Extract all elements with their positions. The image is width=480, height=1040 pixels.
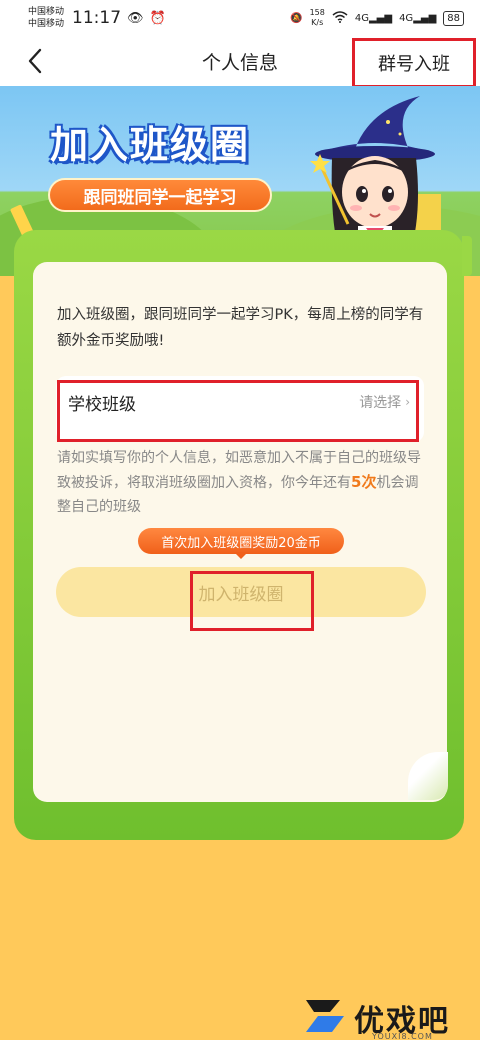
watermark-logo-icon	[306, 1000, 344, 1032]
join-by-group-number-label: 群号入班	[378, 54, 450, 75]
alarm-icon: ⏰	[149, 10, 166, 26]
hero-title: 加入班级圈	[50, 123, 251, 167]
school-class-label: 学校班级	[68, 395, 136, 415]
eye-icon: 👁	[127, 10, 144, 26]
carrier-2: 中国移动	[28, 19, 65, 29]
page-title: 个人信息	[201, 51, 278, 74]
carrier-info: 中国移动 中国移动	[28, 6, 64, 30]
notice-count: 5	[351, 473, 362, 491]
join-by-group-number-button[interactable]: 群号入班	[352, 38, 476, 88]
clock: 11:17	[72, 8, 122, 28]
battery-icon: 88	[443, 10, 464, 26]
notice-text: 请如实填写你的个人信息，如恶意加入不属于自己的班级导致被投诉，将取消班级圈加入资…	[57, 446, 429, 519]
chevron-right-icon: ›	[405, 395, 410, 409]
status-right: 🔕 158 K/s 4G▂▄▆ 4G▂▄▆ 88	[290, 8, 464, 28]
school-class-placeholder: 请选择	[359, 395, 402, 411]
signal-1: 4G▂▄▆	[354, 12, 393, 24]
carrier-1: 中国移动	[28, 7, 65, 17]
chevron-left-icon	[28, 48, 42, 74]
school-class-value[interactable]: 请选择 ›	[359, 392, 410, 412]
mute-icon: 🔕	[290, 12, 303, 24]
nav-bar: 个人信息 群号入班	[0, 36, 480, 88]
network-speed-unit: K/s	[311, 18, 324, 27]
watermark-url: YOUXI8.COM	[372, 1032, 433, 1040]
reward-badge-pointer	[234, 552, 248, 559]
battery-level: 88	[447, 12, 460, 24]
join-class-circle-button[interactable]: 加入班级圈	[56, 567, 426, 617]
card-tab-decoration	[462, 236, 472, 276]
back-button[interactable]	[20, 46, 50, 76]
network-speed-value: 158	[309, 8, 325, 17]
wifi-icon	[332, 10, 348, 26]
network-type-2: 4G	[399, 12, 414, 24]
signal-2: 4G▂▄▆	[399, 12, 437, 24]
status-bar: 中国移动 中国移动 11:17 👁 ⏰ 🔕 158 K/s 4G▂▄▆ 4G▂▄…	[0, 0, 480, 36]
notice-unit: 次	[361, 473, 377, 491]
reward-badge: 首次加入班级圈奖励20金币	[138, 528, 344, 554]
network-speed: 158 K/s	[310, 8, 325, 28]
site-watermark: 优戏吧 YOUXI8.COM	[300, 996, 480, 1040]
join-class-circle-label: 加入班级圈	[198, 584, 284, 605]
hero-subtitle: 跟同班同学一起学习	[48, 178, 272, 212]
network-type-1: 4G	[354, 12, 369, 24]
intro-text: 加入班级圈，跟同班同学一起学习PK，每周上榜的同学有额外金币奖励哦!	[57, 307, 424, 349]
